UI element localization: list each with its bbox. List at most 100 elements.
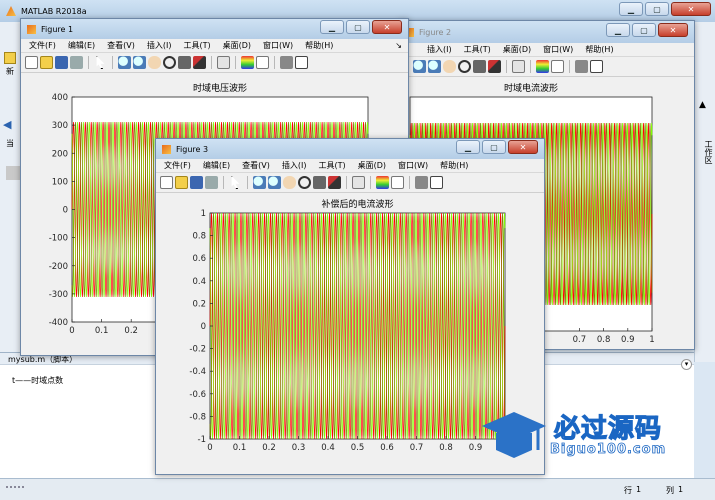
current-folder-label: 当 <box>6 139 14 148</box>
pointer-icon[interactable] <box>96 56 105 69</box>
menu-view[interactable]: 查看(V) <box>107 40 135 51</box>
figure-2-maximize-button[interactable]: ▢ <box>632 23 656 37</box>
figure-2-minimize-button[interactable]: ▁ <box>606 23 630 37</box>
menu-file[interactable]: 文件(F) <box>29 40 56 51</box>
hide-plot-tools-icon[interactable] <box>575 60 588 73</box>
print-icon[interactable] <box>205 176 218 189</box>
zoom-in-icon[interactable] <box>413 60 426 73</box>
menu-insert[interactable]: 插入(I) <box>147 40 172 51</box>
status-col-label: 列 <box>666 486 674 495</box>
zoom-out-icon[interactable] <box>428 60 441 73</box>
menu-help[interactable]: 帮助(H) <box>305 40 333 51</box>
x-tick-label: 0.2 <box>262 443 276 453</box>
figure-1-close-button[interactable]: ✕ <box>372 20 402 34</box>
menu-help[interactable]: 帮助(H) <box>440 160 468 171</box>
link-icon[interactable] <box>352 176 365 189</box>
data-cursor-icon[interactable] <box>313 176 326 189</box>
left-ribbon-strip: 新 ◀ 当 <box>0 22 22 362</box>
menu-edit[interactable]: 编辑(E) <box>68 40 95 51</box>
brush-icon[interactable] <box>193 56 206 69</box>
legend-icon[interactable] <box>391 176 404 189</box>
figure-1-maximize-button[interactable]: ▢ <box>346 20 370 34</box>
show-plot-tools-icon[interactable] <box>430 176 443 189</box>
zoom-out-icon[interactable] <box>268 176 281 189</box>
rotate-icon[interactable] <box>458 60 471 73</box>
legend-icon[interactable] <box>551 60 564 73</box>
menu-desktop[interactable]: 桌面(D) <box>358 160 386 171</box>
menu-window[interactable]: 窗口(W) <box>398 160 428 171</box>
watermark-url: Biguo100.com <box>550 442 667 458</box>
menu-insert[interactable]: 插入(I) <box>427 44 452 55</box>
figure-2-close-button[interactable]: ✕ <box>658 23 688 37</box>
save-icon[interactable] <box>55 56 68 69</box>
colorbar-icon[interactable] <box>241 56 254 69</box>
workspace-tab[interactable]: 工作区 <box>699 140 713 164</box>
figure-1-minimize-button[interactable]: ▁ <box>320 20 344 34</box>
collapse-panel-icon[interactable]: ▲ <box>699 100 706 110</box>
status-bar: 行 1 列 1 <box>0 478 715 500</box>
rotate-icon[interactable] <box>298 176 311 189</box>
ribbon-new-icon[interactable] <box>4 52 16 64</box>
link-icon[interactable] <box>512 60 525 73</box>
close-button[interactable]: ✕ <box>671 2 711 16</box>
y-tick-label: -400 <box>49 318 68 328</box>
link-icon[interactable] <box>217 56 230 69</box>
close-icon: ✕ <box>383 22 391 32</box>
minimize-button[interactable]: ▁ <box>619 2 643 16</box>
colorbar-icon[interactable] <box>376 176 389 189</box>
new-file-icon[interactable] <box>25 56 38 69</box>
main-window-controls: ▁ ▢ ✕ <box>619 2 711 16</box>
legend-icon[interactable] <box>256 56 269 69</box>
show-plot-tools-icon[interactable] <box>295 56 308 69</box>
figure-1-controls: ▁ ▢ ✕ <box>320 20 402 34</box>
menu-view[interactable]: 查看(V) <box>242 160 270 171</box>
print-icon[interactable] <box>70 56 83 69</box>
maximize-button[interactable]: ▢ <box>645 2 669 16</box>
menu-window[interactable]: 窗口(W) <box>263 40 293 51</box>
open-folder-icon[interactable] <box>175 176 188 189</box>
menu-tools[interactable]: 工具(T) <box>183 40 210 51</box>
zoom-in-icon[interactable] <box>253 176 266 189</box>
zoom-in-icon[interactable] <box>118 56 131 69</box>
menu-file[interactable]: 文件(F) <box>164 160 191 171</box>
menu-insert[interactable]: 插入(I) <box>282 160 307 171</box>
rotate-icon[interactable] <box>163 56 176 69</box>
menu-tools[interactable]: 工具(T) <box>318 160 345 171</box>
save-icon[interactable] <box>190 176 203 189</box>
hide-plot-tools-icon[interactable] <box>280 56 293 69</box>
new-file-icon[interactable] <box>160 176 173 189</box>
menu-edit[interactable]: 编辑(E) <box>203 160 230 171</box>
pan-icon[interactable] <box>443 60 456 73</box>
y-tick-label: -1 <box>198 435 206 445</box>
dock-arrow-icon[interactable]: ↘ <box>395 41 402 50</box>
open-folder-icon[interactable] <box>40 56 53 69</box>
pan-icon[interactable] <box>148 56 161 69</box>
show-plot-tools-icon[interactable] <box>590 60 603 73</box>
pointer-icon[interactable] <box>231 176 240 189</box>
figure-3-minimize-button[interactable]: ▁ <box>456 140 480 154</box>
pan-icon[interactable] <box>283 176 296 189</box>
menu-help[interactable]: 帮助(H) <box>585 44 613 55</box>
figure-3-close-button[interactable]: ✕ <box>508 140 538 154</box>
back-arrow-icon[interactable]: ◀ <box>3 118 11 131</box>
figure-2-title: Figure 2 <box>419 27 452 37</box>
menu-desktop[interactable]: 桌面(D) <box>503 44 531 55</box>
status-row-value: 1 <box>636 485 642 494</box>
y-tick-label: -0.6 <box>189 390 206 400</box>
menu-window[interactable]: 窗口(W) <box>543 44 573 55</box>
brush-icon[interactable] <box>488 60 501 73</box>
menu-desktop[interactable]: 桌面(D) <box>223 40 251 51</box>
x-tick-label: 0.2 <box>124 326 138 336</box>
figure-2-menubar: 插入(I) 工具(T) 桌面(D) 窗口(W) 帮助(H) <box>399 43 694 57</box>
figure-3-maximize-button[interactable]: ▢ <box>482 140 506 154</box>
colorbar-icon[interactable] <box>536 60 549 73</box>
menu-tools[interactable]: 工具(T) <box>464 44 491 55</box>
data-cursor-icon[interactable] <box>178 56 191 69</box>
script-expand-icon[interactable]: ▾ <box>681 359 692 370</box>
data-cursor-icon[interactable] <box>473 60 486 73</box>
y-tick-label: 0.4 <box>192 277 206 287</box>
brush-icon[interactable] <box>328 176 341 189</box>
hide-plot-tools-icon[interactable] <box>415 176 428 189</box>
zoom-out-icon[interactable] <box>133 56 146 69</box>
x-tick-label: 0.5 <box>351 443 365 453</box>
